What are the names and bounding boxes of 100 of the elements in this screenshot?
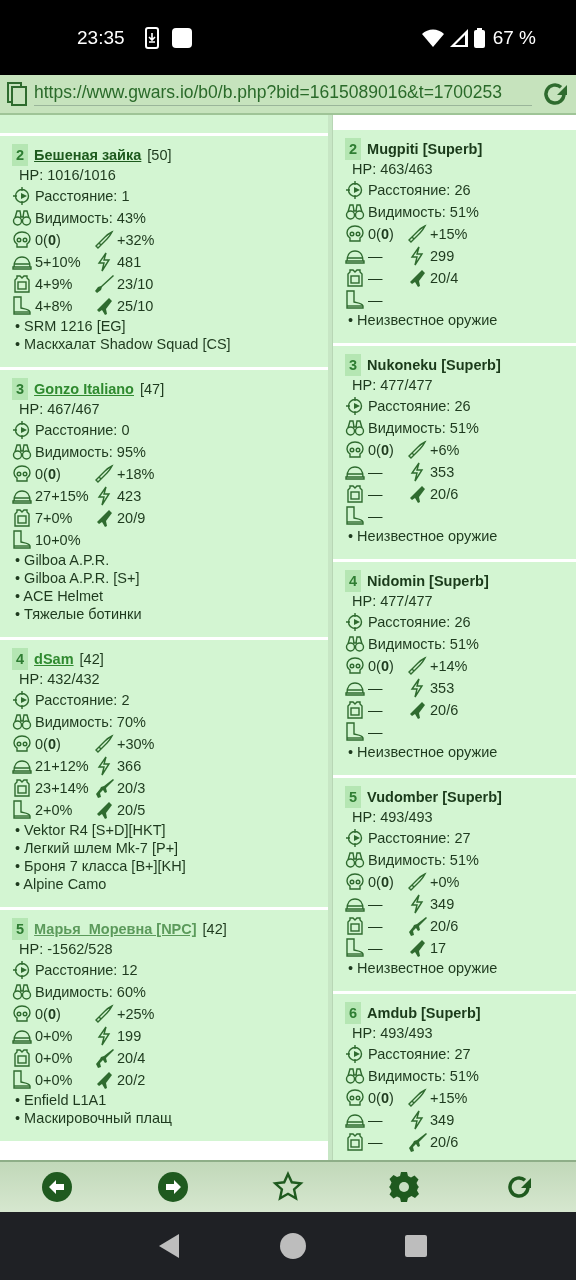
equipment-item: • ACE Helmet (14, 587, 105, 605)
rank-badge: 5 (12, 918, 29, 940)
bullet-icon (407, 440, 427, 460)
home-nav-button[interactable] (280, 1233, 306, 1259)
stat-value: +18% (117, 466, 155, 482)
rank-badge: 6 (345, 1002, 362, 1024)
player-link[interactable]: dSam (34, 648, 74, 670)
clock: 23:35 (77, 26, 125, 49)
rank-badge: 4 (345, 570, 362, 592)
stat-value: 20/4 (117, 1050, 146, 1066)
back-button[interactable] (41, 1171, 73, 1203)
stat-value: 10+0% (35, 532, 81, 548)
hp-text: HP: 1016/1016 (18, 166, 117, 185)
equipment-item: • Vektor R4 [S+D][HKT] (14, 821, 167, 839)
stat-value: Расстояние: 27 (368, 830, 471, 846)
stat-value: Видимость: 70% (35, 714, 146, 730)
stat-value: 20/5 (117, 802, 146, 818)
boot-icon (12, 530, 32, 550)
binoculars-icon (345, 1066, 365, 1086)
settings-button[interactable] (387, 1171, 420, 1203)
equipment-item: • Gilboa A.P.R. [S+] (14, 569, 141, 587)
stat-value: Расстояние: 26 (368, 614, 471, 630)
skull-icon (12, 734, 32, 754)
binoculars-icon (12, 442, 32, 462)
signal-icon (449, 28, 468, 47)
bullet-icon (94, 230, 114, 250)
vest-icon (345, 268, 365, 288)
stat-value: Расстояние: 2 (35, 692, 130, 708)
stat-value: 2+0% (35, 802, 73, 818)
boot-icon (12, 1070, 32, 1090)
hp-text: HP: 463/463 (351, 160, 434, 179)
stat-value: 0(0) (35, 232, 61, 248)
equipment-item: • Броня 7 класса [B+][KH] (14, 857, 187, 875)
skull-icon (345, 440, 365, 460)
binoculars-icon (12, 982, 32, 1002)
recents-nav-button[interactable] (404, 1235, 427, 1257)
player-link[interactable]: Бешеная зайка (34, 144, 142, 166)
stat-value: Видимость: 51% (368, 636, 479, 652)
stat-value: 0+0% (35, 1072, 73, 1088)
stat-value: 17 (430, 940, 447, 956)
bullet-icon (407, 224, 427, 244)
stat-value: 0(0) (368, 226, 394, 242)
binoculars-icon (12, 208, 32, 228)
stat-value: — (368, 508, 383, 524)
stat-value: — (368, 270, 383, 286)
boot-icon (345, 938, 365, 958)
stat-value: Видимость: 60% (35, 984, 146, 1000)
player-link[interactable]: Марья_Моревна [NPC] (34, 918, 197, 940)
stat-value: +0% (430, 874, 460, 890)
player-link[interactable]: Gonzo Italiano (34, 378, 134, 400)
stat-value: — (368, 724, 383, 740)
hp-text: HP: 467/467 (18, 400, 101, 419)
hp-text: HP: 493/493 (351, 808, 434, 827)
rifle-icon (407, 1132, 427, 1152)
stat-value: 349 (430, 896, 455, 912)
forward-button[interactable] (156, 1171, 189, 1203)
stat-value: 7+0% (35, 510, 73, 526)
boot-icon (12, 296, 32, 316)
copy-icon[interactable] (6, 81, 28, 107)
crosshair-icon (12, 690, 32, 710)
boot-icon (345, 506, 365, 526)
stat-value: 27+15% (35, 488, 89, 504)
stat-value: 0(0) (368, 1090, 394, 1106)
favorite-button[interactable] (272, 1171, 304, 1203)
stat-value: 25/10 (117, 298, 154, 314)
stat-value: Видимость: 95% (35, 444, 146, 460)
stat-value: 353 (430, 464, 455, 480)
stat-value: — (368, 680, 383, 696)
app-notification-icon (170, 26, 193, 49)
bullet-icon (94, 464, 114, 484)
binoculars-icon (345, 418, 365, 438)
equipment-item: • Enfield L1A1 (14, 1091, 108, 1109)
stat-value: 0(0) (368, 874, 394, 890)
boot-icon (345, 722, 365, 742)
back-nav-button[interactable] (159, 1234, 182, 1258)
stat-value: 20/4 (430, 270, 459, 286)
crosshair-icon (345, 828, 365, 848)
stat-value: Расстояние: 12 (35, 962, 138, 978)
equipment-item: • Gilboa A.P.R. (14, 551, 111, 569)
hp-text: HP: 477/477 (351, 592, 434, 611)
binoculars-icon (12, 712, 32, 732)
bullet-icon (94, 734, 114, 754)
vest-icon (345, 1132, 365, 1152)
stat-value: — (368, 486, 383, 502)
equipment-item: • Легкий шлем Mk-7 [P+] (14, 839, 180, 857)
crosshair-icon (345, 612, 365, 632)
vest-icon (345, 916, 365, 936)
rifle-icon (94, 1048, 114, 1068)
skull-icon (12, 1004, 32, 1024)
stat-value: 0(0) (35, 466, 61, 482)
battery-icon (473, 27, 485, 48)
player-level: [42] (202, 920, 227, 939)
stat-value: 481 (117, 254, 142, 270)
crosshair-icon (345, 1044, 365, 1064)
player-level: [42] (79, 650, 104, 669)
rank-badge: 2 (12, 144, 29, 166)
stat-value: +32% (117, 232, 155, 248)
vest-icon (12, 1048, 32, 1068)
equipment-item: • Неизвестное оружие (347, 743, 499, 761)
stat-value: 20/2 (117, 1072, 146, 1088)
